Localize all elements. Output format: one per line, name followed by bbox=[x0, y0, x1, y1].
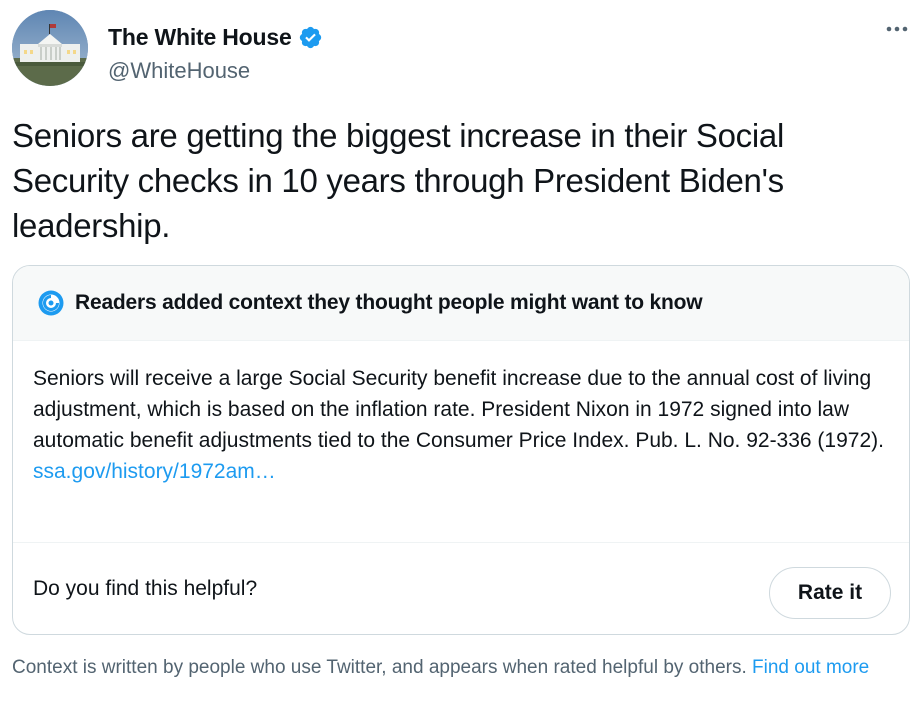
display-name[interactable]: The White House bbox=[108, 24, 292, 51]
avatar[interactable] bbox=[12, 10, 88, 86]
context-footer: Context is written by people who use Twi… bbox=[12, 654, 912, 681]
author-name-row: The White House bbox=[108, 24, 323, 51]
author-handle[interactable]: @WhiteHouse bbox=[108, 58, 250, 84]
rate-row: Do you find this helpful? Rate it bbox=[13, 543, 909, 634]
tweet-header: The White House @WhiteHouse bbox=[12, 10, 912, 90]
note-title: Readers added context they thought peopl… bbox=[75, 291, 703, 314]
footer-text: Context is written by people who use Twi… bbox=[12, 657, 747, 678]
white-house-building-icon bbox=[12, 10, 88, 86]
note-text: Seniors will receive a large Social Secu… bbox=[33, 367, 884, 452]
note-header: Readers added context they thought peopl… bbox=[13, 266, 909, 341]
verified-badge-icon bbox=[299, 26, 321, 49]
find-out-more-link[interactable]: Find out more bbox=[752, 657, 869, 678]
helpful-prompt: Do you find this helpful? bbox=[33, 577, 258, 600]
tweet-text: Seniors are getting the biggest increase… bbox=[12, 117, 784, 244]
community-note-card: Readers added context they thought peopl… bbox=[12, 265, 910, 635]
community-notes-icon bbox=[38, 290, 64, 316]
rate-it-button[interactable]: Rate it bbox=[769, 567, 891, 619]
more-horizontal-icon[interactable] bbox=[882, 16, 912, 42]
note-body: Seniors will receive a large Social Secu… bbox=[13, 341, 909, 543]
note-source-link[interactable]: ssa.gov/history/1972am… bbox=[33, 456, 889, 487]
